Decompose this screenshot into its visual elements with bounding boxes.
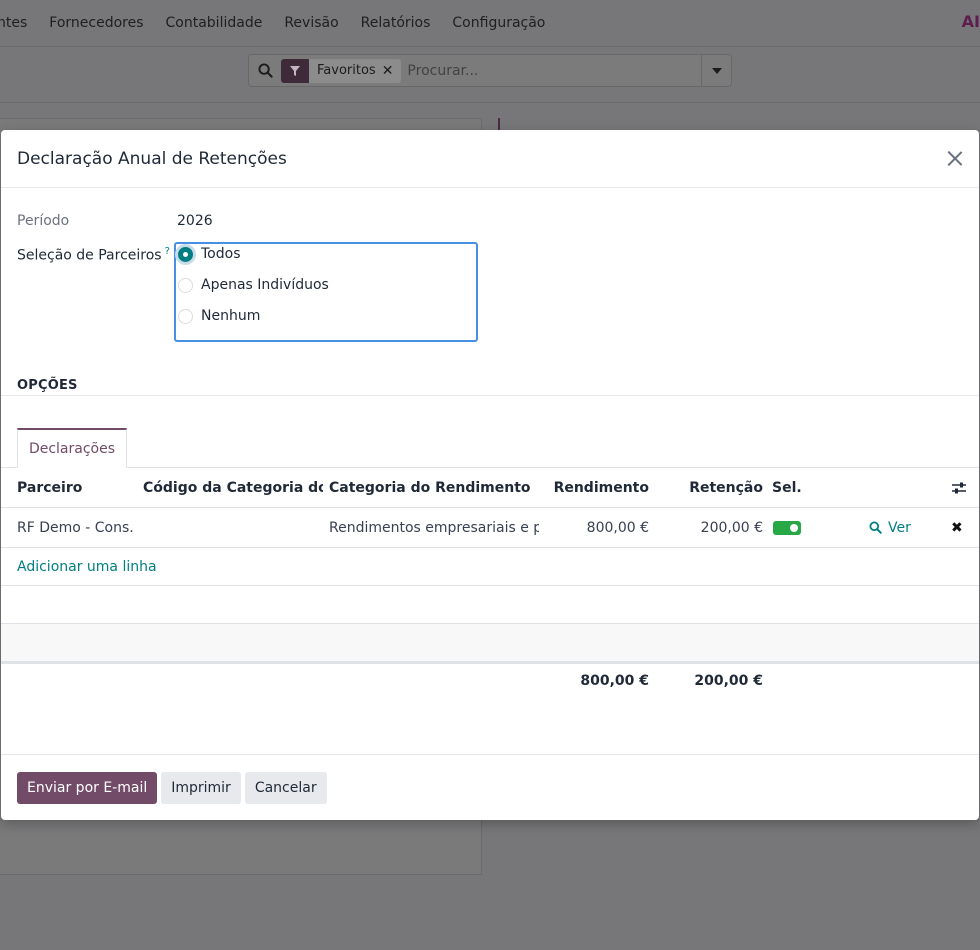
total-retencao: 200,00 € [694, 673, 763, 689]
annual-withholding-dialog: Declaração Anual de Retenções Período 20… [1, 130, 979, 820]
header-codigo[interactable]: Código da Categoria do R... [143, 468, 323, 507]
view-label: Ver [888, 519, 911, 536]
parceiros-label: Seleção de Parceiros? [17, 246, 177, 264]
section-divider [1, 395, 979, 396]
navbar-divider [0, 46, 980, 47]
ai-logo-i: I [974, 12, 980, 31]
search-icon [869, 521, 882, 534]
field-periodo: Período 2026 [17, 213, 213, 229]
notebook-tabs: Declarações [1, 428, 979, 468]
menu-item-revisao[interactable]: Revisão [284, 15, 338, 31]
table-row[interactable]: RF Demo - Cons... Rendimentos empresaria… [1, 508, 979, 548]
add-line-link[interactable]: Adicionar uma linha [17, 548, 217, 585]
cell-retencao[interactable]: 200,00 € [663, 508, 763, 547]
ai-logo-a: A [961, 12, 975, 31]
cell-categoria[interactable]: Rendimentos empresariais e p... [329, 508, 539, 547]
table-header: Parceiro Código da Categoria do R... Cat… [1, 468, 979, 508]
menu-item-relatorios[interactable]: Relatórios [361, 15, 431, 31]
cell-rendimento[interactable]: 800,00 € [549, 508, 649, 547]
cancel-button[interactable]: Cancelar [244, 771, 327, 804]
cell-codigo[interactable] [143, 508, 323, 547]
send-email-button[interactable]: Enviar por E-mail [17, 771, 158, 804]
menu-item-clientes[interactable]: ntes [0, 15, 27, 31]
view-button[interactable]: Ver [869, 508, 929, 547]
radio-label-todos: Todos [201, 246, 241, 262]
header-rendimento[interactable]: Rendimento [549, 468, 649, 507]
menu-item-configuracao[interactable]: Configuração [452, 15, 545, 31]
total-rendimento: 800,00 € [580, 673, 649, 689]
search-bar[interactable]: Favoritos ✕ Procurar... [248, 54, 732, 87]
close-icon[interactable] [945, 148, 965, 168]
periodo-value: 2026 [177, 213, 213, 229]
dialog-header: Declaração Anual de Retenções [1, 130, 979, 188]
radio-label-individuos: Apenas Indivíduos [201, 277, 329, 293]
dialog-title: Declaração Anual de Retenções [17, 148, 287, 169]
delete-x[interactable]: ✖ [951, 520, 963, 536]
header-categoria[interactable]: Categoria do Rendimento [329, 468, 539, 507]
dialog-footer: Enviar por E-mail Imprimir Cancelar [1, 754, 979, 820]
menu-item-contabilidade[interactable]: Contabilidade [166, 15, 263, 31]
empty-row [1, 586, 979, 624]
field-parceiros: Seleção de Parceiros? [17, 246, 177, 264]
cell-parceiro[interactable]: RF Demo - Cons... [17, 508, 135, 547]
caret-down-icon [711, 67, 722, 74]
search-input[interactable]: Procurar... [407, 63, 701, 79]
parceiros-label-text: Seleção de Parceiros [17, 247, 162, 264]
radio-option-todos[interactable]: Todos [178, 246, 240, 262]
empty-row [1, 624, 979, 662]
control-panel-divider [0, 102, 980, 103]
print-button[interactable]: Imprimir [161, 771, 241, 804]
facet-label: Favoritos [317, 63, 376, 78]
partner-selection-radio-group: Todos Apenas Indivíduos Nenhum [174, 242, 478, 342]
delete-row-icon[interactable]: ✖ [951, 508, 967, 547]
table-footer-totals: 800,00 € 200,00 € [1, 662, 979, 698]
radio-checked-icon[interactable] [178, 246, 193, 262]
filter-icon [281, 58, 309, 83]
facet-remove-icon[interactable]: ✕ [382, 63, 402, 79]
ai-logo[interactable]: AI [962, 12, 980, 31]
header-sel[interactable]: Sel. [772, 468, 812, 507]
search-icon[interactable] [249, 63, 281, 78]
radio-option-nenhum[interactable]: Nenhum [178, 308, 260, 324]
selection-toggle[interactable] [773, 520, 801, 535]
top-navbar: ntes Fornecedores Contabilidade Revisão … [0, 0, 980, 46]
add-line-row: Adicionar uma linha [1, 548, 979, 586]
tab-declaracoes[interactable]: Declarações [17, 428, 127, 468]
radio-option-individuos[interactable]: Apenas Indivíduos [178, 277, 329, 293]
radio-unchecked-icon[interactable] [178, 277, 193, 293]
search-facet-favoritos: Favoritos ✕ [281, 58, 402, 83]
header-retencao[interactable]: Retenção [663, 468, 763, 507]
radio-label-nenhum: Nenhum [201, 308, 261, 324]
search-options-toggle[interactable] [701, 55, 731, 86]
section-title-opcoes: OPÇÕES [17, 378, 78, 393]
periodo-label: Período [17, 213, 70, 229]
optional-columns-icon[interactable] [951, 468, 971, 507]
radio-unchecked-icon[interactable] [178, 308, 193, 324]
help-tooltip-icon[interactable]: ? [165, 246, 170, 257]
menu-item-fornecedores[interactable]: Fornecedores [49, 15, 143, 31]
header-parceiro[interactable]: Parceiro [17, 468, 137, 507]
cell-sel[interactable] [773, 508, 813, 547]
